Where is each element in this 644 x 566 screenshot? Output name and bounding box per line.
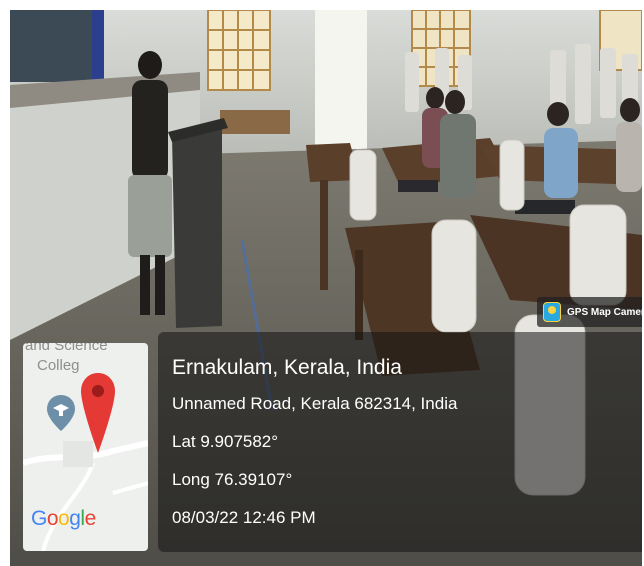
map-label-college: Colleg [37, 357, 80, 374]
gps-camera-app-icon [543, 302, 561, 322]
google-logo: Google [31, 507, 96, 530]
map-label-science: and Science [25, 343, 108, 354]
doorway [315, 10, 367, 150]
window-left [207, 10, 271, 91]
photo-frame: GPS Map Camera Ernakulam, Kerala, India … [10, 10, 642, 566]
longitude-readout: Long 76.39107° [172, 470, 293, 489]
location-pin-icon [81, 373, 115, 453]
gps-map-camera-badge: GPS Map Camera [537, 297, 642, 327]
podium [172, 122, 222, 328]
gps-badge-label: GPS Map Camera [567, 306, 642, 318]
school-marker-icon [47, 395, 75, 431]
far-bench [220, 110, 290, 134]
latitude-readout: Lat 9.907582° [172, 432, 279, 451]
map-thumbnail: and Science Colleg Google [23, 343, 148, 551]
datetime-stamp: 08/03/22 12:46 PM [172, 508, 316, 527]
place-name: Ernakulam, Kerala, India [172, 356, 402, 379]
blue-curtain [90, 10, 104, 82]
left-board [10, 10, 92, 82]
street-address: Unnamed Road, Kerala 682314, India [172, 394, 458, 413]
